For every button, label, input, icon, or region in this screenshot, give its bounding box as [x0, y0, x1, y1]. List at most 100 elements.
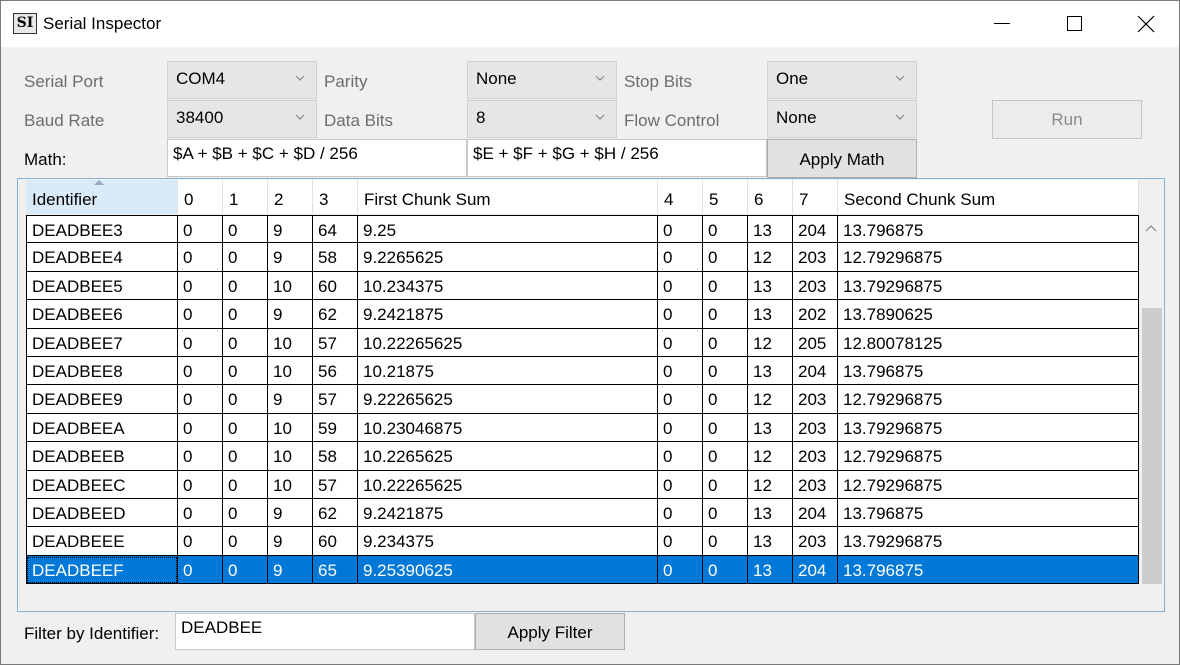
table-cell[interactable]: 0 [178, 555, 223, 585]
baud-rate-select[interactable]: 38400 [167, 100, 317, 138]
table-cell[interactable]: 56 [313, 356, 358, 386]
table-cell[interactable]: 13.796875 [838, 498, 1139, 528]
table-cell[interactable]: 0 [178, 215, 223, 244]
table-cell[interactable]: 0 [658, 385, 703, 414]
filter-input[interactable] [176, 614, 474, 642]
table-row[interactable]: DEADBEE8 0 0 10 56 10.21875 0 0 13 204 13.796875 [26, 356, 1139, 386]
column-header[interactable]: 0 [178, 180, 223, 214]
table-cell[interactable]: 203 [793, 413, 838, 443]
table-row[interactable]: DEADBEEA 0 0 10 59 10.23046875 0 0 13 203 13.79296… [26, 413, 1139, 443]
table-cell[interactable]: 0 [658, 413, 703, 443]
table-row[interactable]: DEADBEEB 0 0 10 58 10.2265625 0 0 12 203 12.792968… [26, 442, 1139, 471]
table-cell[interactable]: 59 [313, 413, 358, 443]
table-cell[interactable]: 60 [313, 527, 358, 556]
table-cell[interactable]: 9.2421875 [358, 498, 658, 528]
table-cell[interactable]: 13 [748, 555, 793, 585]
table-cell[interactable]: 0 [658, 328, 703, 357]
table-cell[interactable]: 0 [703, 385, 748, 414]
table-cell[interactable]: 0 [223, 527, 268, 556]
table-cell[interactable]: 0 [178, 300, 223, 329]
table-cell[interactable]: 203 [793, 527, 838, 556]
apply-math-button[interactable]: Apply Math [767, 139, 917, 178]
data-bits-select[interactable]: 8 [467, 100, 617, 138]
table-cell[interactable]: DEADBEE3 [26, 215, 178, 244]
table-cell[interactable]: 0 [658, 243, 703, 272]
table-cell[interactable]: DEADBEE6 [26, 300, 178, 329]
table-cell[interactable]: 0 [658, 442, 703, 471]
table-row[interactable]: DEADBEEC 0 0 10 57 10.22265625 0 0 12 203 12.79296… [26, 470, 1139, 499]
table-cell[interactable]: 203 [793, 470, 838, 499]
table-cell[interactable]: 9 [268, 243, 313, 272]
table-cell[interactable]: DEADBEEE [26, 527, 178, 556]
table-cell[interactable]: 0 [223, 385, 268, 414]
table-cell[interactable]: 13.79296875 [838, 527, 1139, 556]
table-cell[interactable]: 0 [703, 328, 748, 357]
table-cell[interactable]: 0 [178, 271, 223, 301]
table-cell[interactable]: 0 [703, 413, 748, 443]
table-cell[interactable]: 12 [748, 243, 793, 272]
table-cell[interactable]: 13 [748, 271, 793, 301]
table-row[interactable]: DEADBEED 0 0 9 62 9.2421875 0 0 13 204 13.796875 [26, 498, 1139, 528]
column-header[interactable]: 3 [313, 180, 358, 214]
table-cell[interactable]: 10.234375 [358, 271, 658, 301]
column-header[interactable]: 2 [268, 180, 313, 214]
table-cell[interactable]: 0 [703, 442, 748, 471]
table-cell[interactable]: 0 [178, 470, 223, 499]
table-cell[interactable]: 13.796875 [838, 555, 1139, 585]
table-cell[interactable]: 62 [313, 498, 358, 528]
table-cell[interactable]: 0 [223, 328, 268, 357]
table-cell[interactable]: 0 [703, 470, 748, 499]
table-cell[interactable]: 12 [748, 470, 793, 499]
close-button[interactable] [1123, 1, 1169, 47]
table-cell[interactable]: 9 [268, 527, 313, 556]
table-cell[interactable]: DEADBEED [26, 498, 178, 528]
title-bar[interactable]: SI Serial Inspector [1, 1, 1179, 47]
table-cell[interactable]: 0 [703, 215, 748, 244]
table-cell[interactable]: 0 [223, 470, 268, 499]
table-cell[interactable]: 203 [793, 243, 838, 272]
scrollbar-thumb[interactable] [1142, 308, 1162, 584]
table-cell[interactable]: 0 [658, 356, 703, 386]
table-cell[interactable]: 0 [178, 356, 223, 386]
table-cell[interactable]: 65 [313, 555, 358, 585]
table-cell[interactable]: 13 [748, 215, 793, 244]
table-cell[interactable]: 10 [268, 356, 313, 386]
table-cell[interactable]: 10 [268, 271, 313, 301]
table-cell[interactable]: 0 [223, 300, 268, 329]
first-math-input[interactable] [168, 140, 466, 168]
table-cell[interactable]: 0 [658, 498, 703, 528]
table-cell[interactable]: 0 [178, 328, 223, 357]
table-cell[interactable]: 0 [703, 527, 748, 556]
table-cell[interactable]: 0 [703, 555, 748, 585]
table-cell[interactable]: 0 [223, 555, 268, 585]
table-row[interactable]: DEADBEE9 0 0 9 57 9.22265625 0 0 12 203 12.7929687… [26, 385, 1139, 414]
flow-control-select[interactable]: None [767, 100, 917, 138]
table-row[interactable]: DEADBEE3 0 0 9 64 9.25 0 0 13 204 13.796875 [26, 215, 1139, 244]
second-math-field[interactable] [467, 139, 767, 177]
table-cell[interactable]: DEADBEE5 [26, 271, 178, 301]
table-row[interactable]: DEADBEE6 0 0 9 62 9.2421875 0 0 13 202 13.7890625 [26, 300, 1139, 329]
table-cell[interactable]: 9.2265625 [358, 243, 658, 272]
table-cell[interactable]: 13 [748, 498, 793, 528]
table-cell[interactable]: 10.23046875 [358, 413, 658, 443]
table-cell[interactable]: 60 [313, 271, 358, 301]
table-cell[interactable]: 0 [178, 442, 223, 471]
table-cell[interactable]: DEADBEE9 [26, 385, 178, 414]
apply-filter-button[interactable]: Apply Filter [475, 613, 625, 650]
table-cell[interactable]: 10.2265625 [358, 442, 658, 471]
column-header[interactable]: 4 [658, 180, 703, 214]
table-cell[interactable]: 204 [793, 215, 838, 244]
column-header[interactable]: 7 [793, 180, 838, 214]
table-cell[interactable]: 0 [178, 527, 223, 556]
table-cell[interactable]: 0 [178, 243, 223, 272]
table-cell[interactable]: 10.22265625 [358, 328, 658, 357]
column-header[interactable]: Second Chunk Sum [838, 180, 1139, 214]
table-cell[interactable]: 203 [793, 442, 838, 471]
table-cell[interactable]: 12.79296875 [838, 442, 1139, 471]
table-cell[interactable]: 0 [223, 442, 268, 471]
table-cell[interactable]: 9 [268, 555, 313, 585]
table-cell[interactable]: DEADBEE4 [26, 243, 178, 272]
table-cell[interactable]: 58 [313, 243, 358, 272]
table-cell[interactable]: 9 [268, 215, 313, 244]
table-cell[interactable]: DEADBEEA [26, 413, 178, 443]
